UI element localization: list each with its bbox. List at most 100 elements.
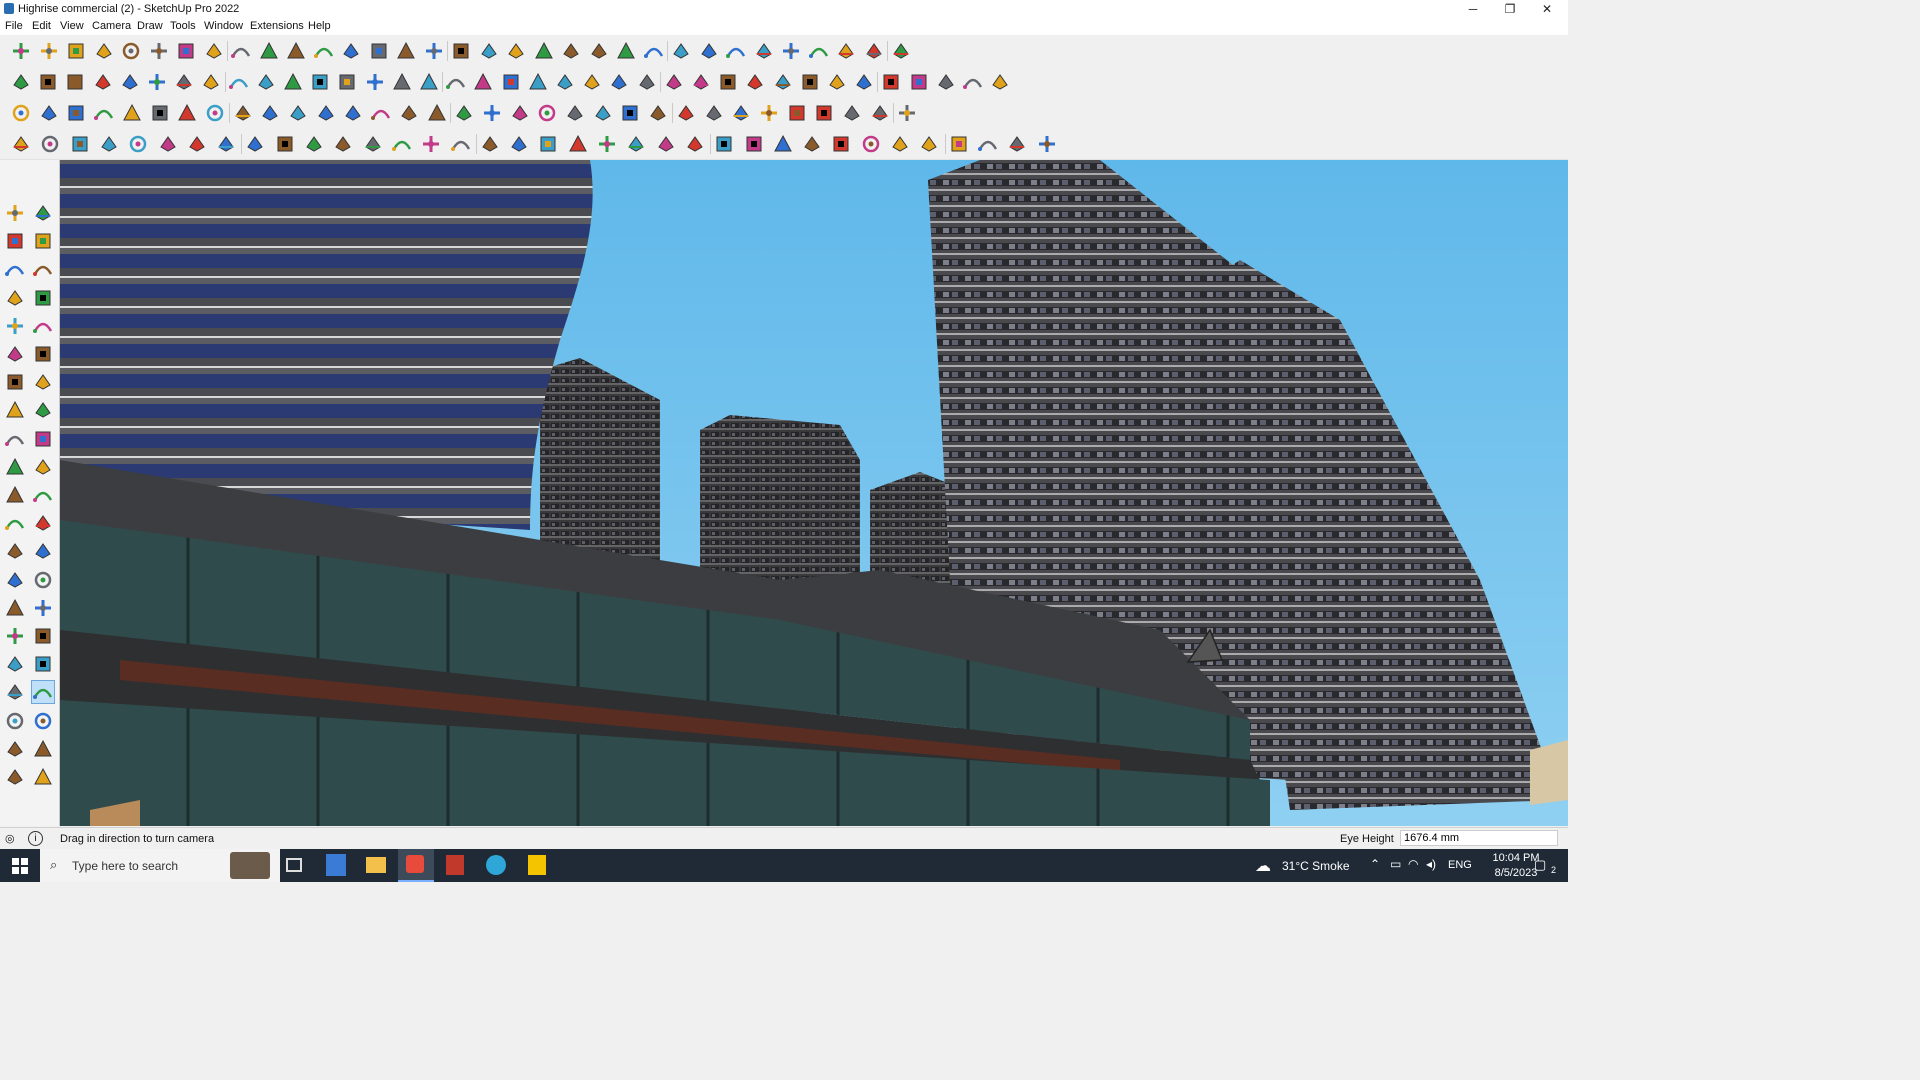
stitch-icon[interactable]: [149, 102, 171, 124]
measurement-input[interactable]: [1400, 830, 1558, 846]
cube-hidden-icon[interactable]: [64, 71, 86, 93]
plane-icon[interactable]: [10, 102, 32, 124]
cube-solid-icon[interactable]: [10, 71, 32, 93]
tape-measure-icon[interactable]: [313, 40, 335, 62]
array-icon[interactable]: [703, 102, 725, 124]
windows-start-icon[interactable]: [12, 858, 28, 874]
minimize-button[interactable]: ─: [1455, 0, 1491, 18]
magnet-icon[interactable]: [647, 102, 669, 124]
stairs-icon[interactable]: [274, 133, 296, 155]
panel-icon[interactable]: [758, 102, 780, 124]
pan-icon[interactable]: [32, 597, 54, 619]
eraser-icon[interactable]: [32, 230, 54, 252]
offset-icon[interactable]: [93, 102, 115, 124]
extrude-icon[interactable]: [65, 102, 87, 124]
circle-icon[interactable]: [663, 71, 685, 93]
weather-icon[interactable]: ☁: [1255, 856, 1271, 876]
tile-icon[interactable]: [813, 102, 835, 124]
views-icon[interactable]: [92, 71, 114, 93]
sphere-icon[interactable]: [215, 133, 237, 155]
fence-icon[interactable]: [636, 71, 658, 93]
text-icon[interactable]: [340, 40, 362, 62]
rail-icon[interactable]: [479, 133, 501, 155]
follow-me-icon[interactable]: [32, 456, 54, 478]
previous-view-icon[interactable]: [808, 40, 830, 62]
file-explorer-icon[interactable]: [366, 857, 386, 873]
volume-icon[interactable]: ◂): [1426, 857, 1436, 871]
mesh-icon[interactable]: [508, 133, 530, 155]
wave-icon[interactable]: [977, 133, 999, 155]
fence-tool-icon[interactable]: [918, 133, 940, 155]
section-fill-icon[interactable]: [533, 40, 555, 62]
follow-me-icon[interactable]: [203, 40, 225, 62]
language-indicator[interactable]: ENG: [1448, 859, 1472, 871]
explode-icon[interactable]: [841, 102, 863, 124]
pencil-line-icon[interactable]: [93, 40, 115, 62]
arc-3pt-icon[interactable]: [4, 399, 26, 421]
chain-icon[interactable]: [869, 102, 891, 124]
arc-2pt-icon[interactable]: [32, 399, 54, 421]
3d-viewport[interactable]: [60, 160, 1568, 826]
task-view-icon[interactable]: [286, 858, 302, 872]
menu-extensions[interactable]: Extensions: [250, 20, 304, 32]
copy-icon[interactable]: [730, 102, 752, 124]
view-iso-icon[interactable]: [119, 71, 141, 93]
view-right-icon[interactable]: [200, 71, 222, 93]
orbit-tool-icon[interactable]: [32, 202, 54, 224]
view-front-icon[interactable]: [173, 71, 195, 93]
chevron-up-icon[interactable]: ⌃: [1370, 857, 1380, 871]
rotated-rect-icon[interactable]: [32, 315, 54, 337]
menu-file[interactable]: File: [5, 20, 23, 32]
menu-view[interactable]: View: [60, 20, 84, 32]
rotate-icon[interactable]: [4, 456, 26, 478]
lasso-icon[interactable]: [120, 40, 142, 62]
nodes-icon[interactable]: [896, 102, 918, 124]
pin-icon[interactable]: [853, 71, 875, 93]
pie-icon[interactable]: [826, 71, 848, 93]
measure-icon[interactable]: [880, 71, 902, 93]
material-icon[interactable]: [670, 40, 692, 62]
slice-icon[interactable]: [232, 102, 254, 124]
scale-icon[interactable]: [4, 484, 26, 506]
zoom-window-icon[interactable]: [450, 40, 472, 62]
flip-icon[interactable]: [725, 40, 747, 62]
position-camera-icon[interactable]: [4, 681, 26, 703]
line-icon[interactable]: [4, 287, 26, 309]
spiral-icon[interactable]: [564, 102, 586, 124]
garage-icon[interactable]: [554, 71, 576, 93]
zoom-icon[interactable]: [10, 40, 32, 62]
scale-icon[interactable]: [285, 40, 307, 62]
close-button[interactable]: ✕: [1529, 0, 1565, 18]
sticky-notes-icon[interactable]: [528, 855, 546, 875]
component-icon[interactable]: [4, 258, 26, 280]
view-top-icon[interactable]: [146, 71, 168, 93]
view-bottom-icon[interactable]: [282, 71, 304, 93]
sketchup-taskbar-icon[interactable]: [398, 849, 434, 882]
orbit-icon[interactable]: [395, 40, 417, 62]
layers-icon[interactable]: [4, 766, 26, 788]
ellipse-icon[interactable]: [744, 71, 766, 93]
pie-icon[interactable]: [32, 371, 54, 393]
vase-icon[interactable]: [481, 102, 503, 124]
corner-icon[interactable]: [315, 102, 337, 124]
rectangle-icon[interactable]: [4, 315, 26, 337]
style-icon[interactable]: [336, 71, 358, 93]
walk-icon[interactable]: [4, 710, 26, 732]
face-icon[interactable]: [38, 102, 60, 124]
layers-icon[interactable]: [560, 40, 582, 62]
user-icon[interactable]: [615, 40, 637, 62]
export-icon[interactable]: [989, 71, 1011, 93]
arc-tool-icon[interactable]: [391, 133, 413, 155]
zoom-extents-icon[interactable]: [478, 40, 500, 62]
comb-icon[interactable]: [1006, 133, 1028, 155]
tree-icon[interactable]: [675, 102, 697, 124]
globe-icon[interactable]: [244, 133, 266, 155]
zoom-window-icon[interactable]: [32, 625, 54, 647]
undo-icon[interactable]: [835, 40, 857, 62]
taskbar-search[interactable]: ⌕ Type here to search: [40, 849, 280, 882]
3d-text-icon[interactable]: [32, 569, 54, 591]
wireframe-icon[interactable]: [157, 133, 179, 155]
restore-button[interactable]: ❐: [1492, 0, 1528, 18]
triangle-icon[interactable]: [509, 102, 531, 124]
wifi-icon[interactable]: ◠: [1408, 857, 1418, 871]
